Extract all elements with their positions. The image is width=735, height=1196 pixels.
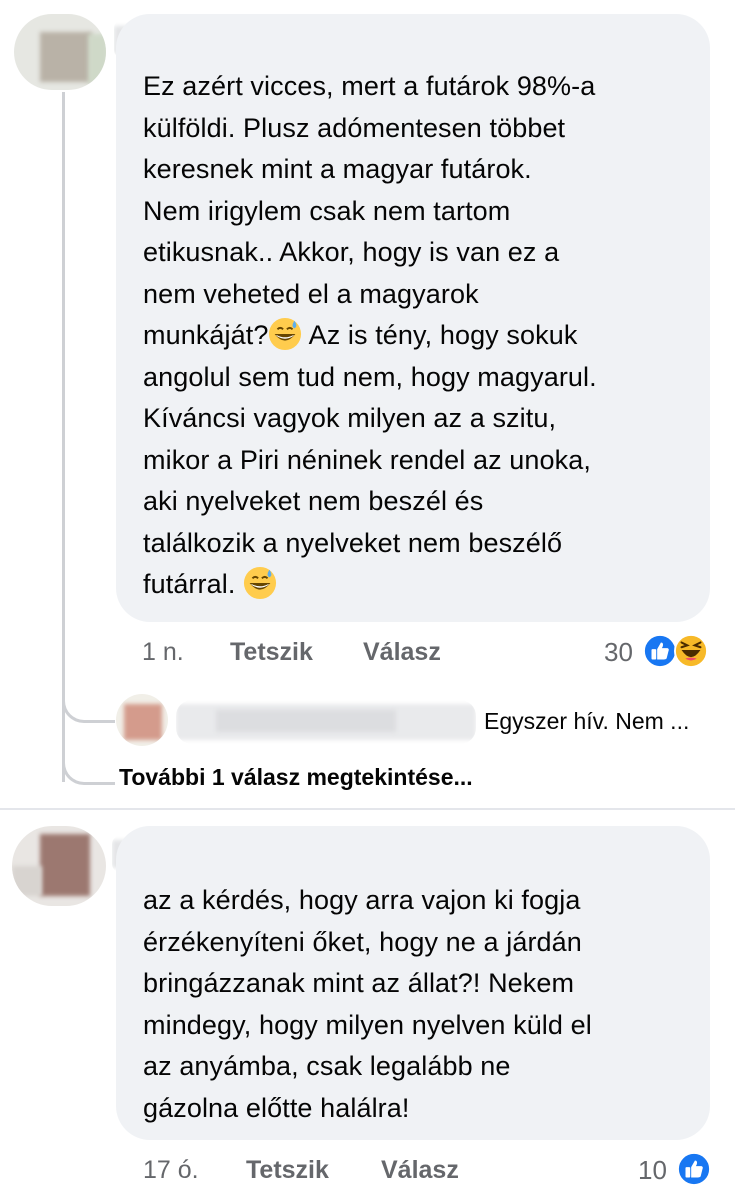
comment-text-line: etikusnak.. Akkor, hogy is van ez a: [143, 237, 560, 267]
comment-text-line: aki nyelveket nem beszél és: [143, 486, 484, 516]
divider: [0, 808, 735, 810]
comment-text-line: munkáját? Az is tény, hogy sokuk: [143, 315, 597, 357]
comment-timestamp[interactable]: 17 ó.: [143, 1156, 199, 1185]
comment-body: Ez azért vicces, mert a futárok 98%-a kü…: [143, 66, 597, 606]
comment-text-line: az anyámba, csak legalább ne: [143, 1051, 511, 1081]
comment-text-line: külföldi. Plusz adómentesen többet: [143, 112, 566, 143]
comment-text-line: keresnek mint a magyar futárok.: [143, 154, 532, 184]
reply-button[interactable]: Válasz: [381, 1156, 459, 1185]
avatar[interactable]: [14, 14, 106, 90]
comment-body: az a kérdés, hogy arra vajon ki fogja ér…: [143, 880, 592, 1129]
like-button[interactable]: Tetszik: [230, 638, 313, 667]
reply-avatar[interactable]: [116, 694, 168, 746]
avatar[interactable]: [12, 826, 106, 906]
reply-author-name[interactable]: [176, 700, 476, 744]
comment-text-line: Ez azért vicces, mert a futárok 98%-a: [143, 71, 596, 101]
like-button[interactable]: Tetszik: [246, 1156, 329, 1185]
thread-branch: [62, 752, 115, 785]
comment-text-line: nem veheted el a magyarok: [143, 278, 479, 309]
comment-text-line: mikor a Piri néninek rendel az unoka,: [143, 444, 591, 475]
comment-text-line: Kíváncsi vagyok milyen az a szitu,: [143, 403, 557, 433]
comment-text-line: érzékenyíteni őket, hogy ne a járdán: [143, 926, 582, 957]
comment-text-line: az a kérdés, hogy arra vajon ki fogja: [143, 885, 581, 915]
haha-icon[interactable]: [674, 634, 708, 668]
comment-text-line: angolul sem tud nem, hogy magyarul.: [143, 361, 597, 392]
comment-text-line: gázolna előtte halálra!: [143, 1092, 410, 1123]
like-icon[interactable]: [677, 1152, 711, 1186]
comment-text-line: bringázzanak mint az állat?! Nekem: [143, 968, 575, 998]
like-icon[interactable]: [643, 634, 677, 668]
comment-text-line: mindegy, hogy milyen nyelven küld el: [143, 1009, 592, 1040]
thread-branch: [62, 690, 115, 723]
reaction-count[interactable]: 10: [638, 1155, 667, 1186]
reaction-count[interactable]: 30: [604, 637, 633, 668]
comment-text-line: futárral.: [143, 564, 597, 606]
thread-line: [62, 92, 65, 782]
grinning-sweat-emoji-icon: [243, 566, 277, 600]
comment-text-line: Nem irigylem csak nem tartom: [143, 195, 511, 226]
view-more-replies-link[interactable]: További 1 válasz megtekintése...: [119, 764, 473, 791]
comment-timestamp[interactable]: 1 n.: [142, 638, 184, 667]
reply-button[interactable]: Válasz: [363, 638, 441, 667]
grinning-sweat-emoji-icon: [269, 317, 302, 351]
reply-snippet[interactable]: Egyszer hív. Nem ...: [484, 708, 689, 735]
comment-text-line: találkozik a nyelveket nem beszélő: [143, 527, 563, 558]
